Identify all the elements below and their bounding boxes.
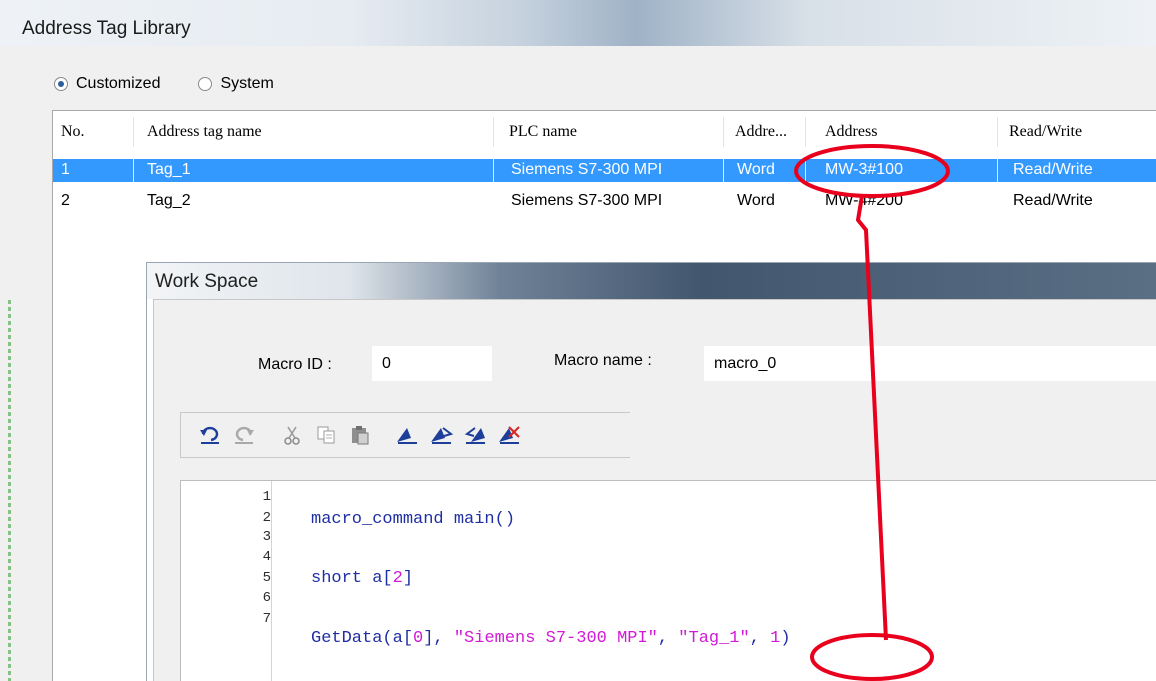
redo-icon[interactable] [229, 420, 259, 450]
bookmark-toggle-icon[interactable] [393, 420, 423, 450]
code-line-4: short a[2] [311, 569, 413, 588]
cell-address-type: Word [737, 161, 775, 178]
cell-divider [997, 159, 998, 182]
cell-divider [133, 159, 134, 182]
bookmark-next-icon[interactable] [427, 420, 457, 450]
decorative-edge [8, 300, 11, 681]
customized-radio[interactable]: Customized [54, 75, 160, 93]
copy-icon[interactable] [311, 420, 341, 450]
bookmark-clear-icon[interactable] [495, 420, 525, 450]
paste-icon[interactable] [345, 420, 375, 450]
system-radio[interactable]: System [198, 75, 274, 93]
column-header-address[interactable]: Address [825, 123, 877, 141]
line-number: 7 [262, 611, 271, 627]
line-number: 2 [262, 510, 271, 526]
code-token: 0 [413, 629, 424, 648]
column-divider[interactable] [805, 117, 806, 147]
work-space-title: Work Space [155, 271, 259, 292]
cell-address: MW-4#200 [825, 192, 903, 209]
cell-no: 1 [61, 161, 70, 178]
code-editor[interactable]: 1 2 3 4 5 6 7 macro_command main() short… [180, 480, 1156, 681]
code-token: , [749, 629, 771, 648]
column-header-address-type[interactable]: Addre... [735, 123, 787, 141]
column-header-read-write[interactable]: Read/Write [1009, 123, 1082, 141]
work-space-window: Work Space Macro ID : 0 Macro name : mac… [146, 262, 1156, 681]
column-divider[interactable] [997, 117, 998, 147]
radio-unselected-icon [198, 77, 213, 91]
code-token: , [657, 629, 679, 648]
cell-divider [805, 159, 806, 182]
cell-address-type: Word [737, 192, 775, 209]
line-number-gutter: 1 2 3 4 5 6 7 [181, 481, 273, 681]
macro-id-value: 0 [382, 355, 391, 372]
code-token: ) [780, 629, 791, 648]
column-divider[interactable] [723, 117, 724, 147]
code-token: 1 [770, 629, 781, 648]
macro-name-label: Macro name : [554, 352, 652, 369]
window-title: Address Tag Library [22, 18, 191, 39]
cut-icon[interactable] [277, 420, 307, 450]
cell-divider [493, 159, 494, 182]
radio-selected-icon [54, 77, 68, 91]
column-divider[interactable] [493, 117, 494, 147]
undo-icon[interactable] [195, 420, 225, 450]
line-number: 1 [262, 489, 271, 505]
macro-name-field[interactable]: macro_0 [704, 346, 1156, 382]
cell-plc-name: Siemens S7-300 MPI [511, 192, 663, 209]
gutter-divider [271, 481, 272, 681]
code-token: short a[ [311, 569, 393, 588]
work-space-content: Macro ID : 0 Macro name : macro_0 1 2 3 … [153, 299, 1156, 681]
cell-read-write: Read/Write [1013, 161, 1093, 178]
line-number: 6 [262, 590, 271, 606]
code-line-6: GetData(a[0], "Siemens S7-300 MPI", "Tag… [311, 629, 791, 648]
cell-read-write: Read/Write [1013, 192, 1093, 209]
cell-address: MW-3#100 [825, 161, 903, 178]
cell-divider [723, 159, 724, 182]
code-token: "Siemens S7-300 MPI" [453, 629, 658, 648]
line-number: 5 [262, 570, 271, 586]
cell-no: 2 [61, 192, 70, 209]
column-header-tag-name[interactable]: Address tag name [147, 123, 262, 141]
table-row[interactable]: 2 Tag_2 Siemens S7-300 MPI Word MW-4#200… [53, 190, 1156, 213]
cell-plc-name: Siemens S7-300 MPI [511, 161, 663, 178]
code-token: "Tag_1" [678, 629, 750, 648]
cell-tag-name: Tag_2 [147, 192, 191, 209]
macro-id-field[interactable]: 0 [372, 346, 492, 382]
cell-tag-name: Tag_1 [147, 161, 191, 178]
column-header-plc-name[interactable]: PLC name [509, 123, 577, 141]
code-token: ], [423, 629, 454, 648]
customized-label: Customized [76, 75, 161, 92]
bookmark-prev-icon[interactable] [461, 420, 491, 450]
code-token: 2 [392, 569, 403, 588]
code-line-2: macro_command main() [311, 510, 515, 529]
code-token: GetData(a[ [311, 629, 414, 648]
line-number: 3 [262, 529, 271, 545]
column-header-no[interactable]: No. [61, 123, 85, 141]
system-label: System [220, 75, 274, 92]
editor-toolbar [180, 412, 630, 458]
macro-id-label: Macro ID : [258, 356, 332, 373]
work-space-title-bar[interactable]: Work Space [147, 263, 1156, 299]
tag-type-filter: Customized System [54, 72, 312, 96]
macro-name-value: macro_0 [714, 355, 777, 372]
column-divider[interactable] [133, 117, 134, 147]
code-token: ] [402, 569, 414, 588]
code-token: macro_command main() [311, 510, 516, 529]
line-number: 4 [262, 549, 271, 565]
table-header: No. Address tag name PLC name Addre... A… [53, 111, 1156, 151]
table-row[interactable]: 1 Tag_1 Siemens S7-300 MPI Word MW-3#100… [53, 159, 1156, 182]
window-title-bar[interactable]: Address Tag Library [0, 0, 1156, 46]
